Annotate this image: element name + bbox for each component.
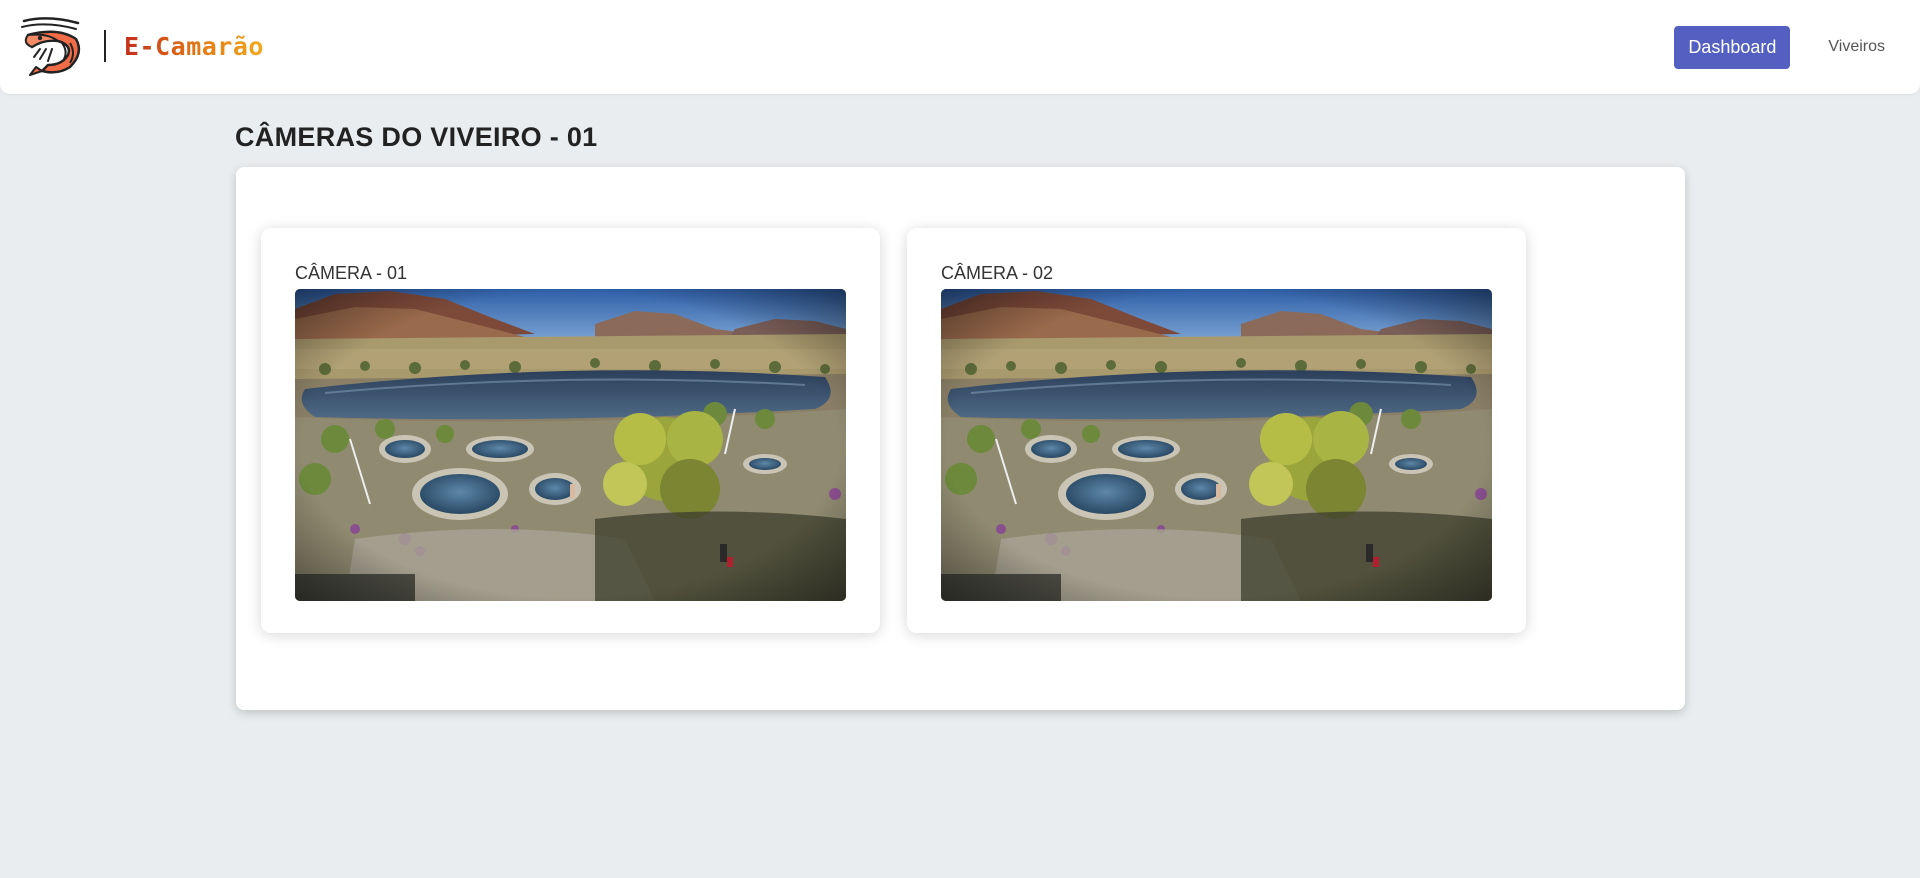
brand-name: E-Camarão bbox=[124, 31, 264, 61]
navbar: E-Camarão Dashboard Viveiros bbox=[0, 0, 1920, 94]
camera-card-02[interactable]: CÂMERA - 02 bbox=[907, 228, 1526, 633]
camera-label: CÂMERA - 02 bbox=[941, 263, 1054, 283]
brand-divider bbox=[104, 30, 106, 62]
dashboard-button[interactable]: Dashboard bbox=[1674, 25, 1791, 69]
camera-feed-image[interactable] bbox=[295, 289, 846, 601]
camera-label: CÂMERA - 01 bbox=[295, 263, 408, 283]
viveiros-link[interactable]: Viveiros bbox=[1828, 38, 1885, 56]
brand[interactable]: E-Camarão bbox=[18, 12, 264, 80]
shrimp-icon bbox=[21, 17, 81, 76]
cameras-panel: CÂMERA - 01 CÂMERA - 02 bbox=[236, 167, 1685, 710]
camera-card-01[interactable]: CÂMERA - 01 bbox=[261, 228, 880, 633]
page-title: CÂMERAS DO VIVEIRO - 01 bbox=[235, 122, 598, 152]
nav-links: Dashboard Viveiros bbox=[1674, 0, 1920, 94]
camera-feed-image[interactable] bbox=[941, 289, 1492, 601]
